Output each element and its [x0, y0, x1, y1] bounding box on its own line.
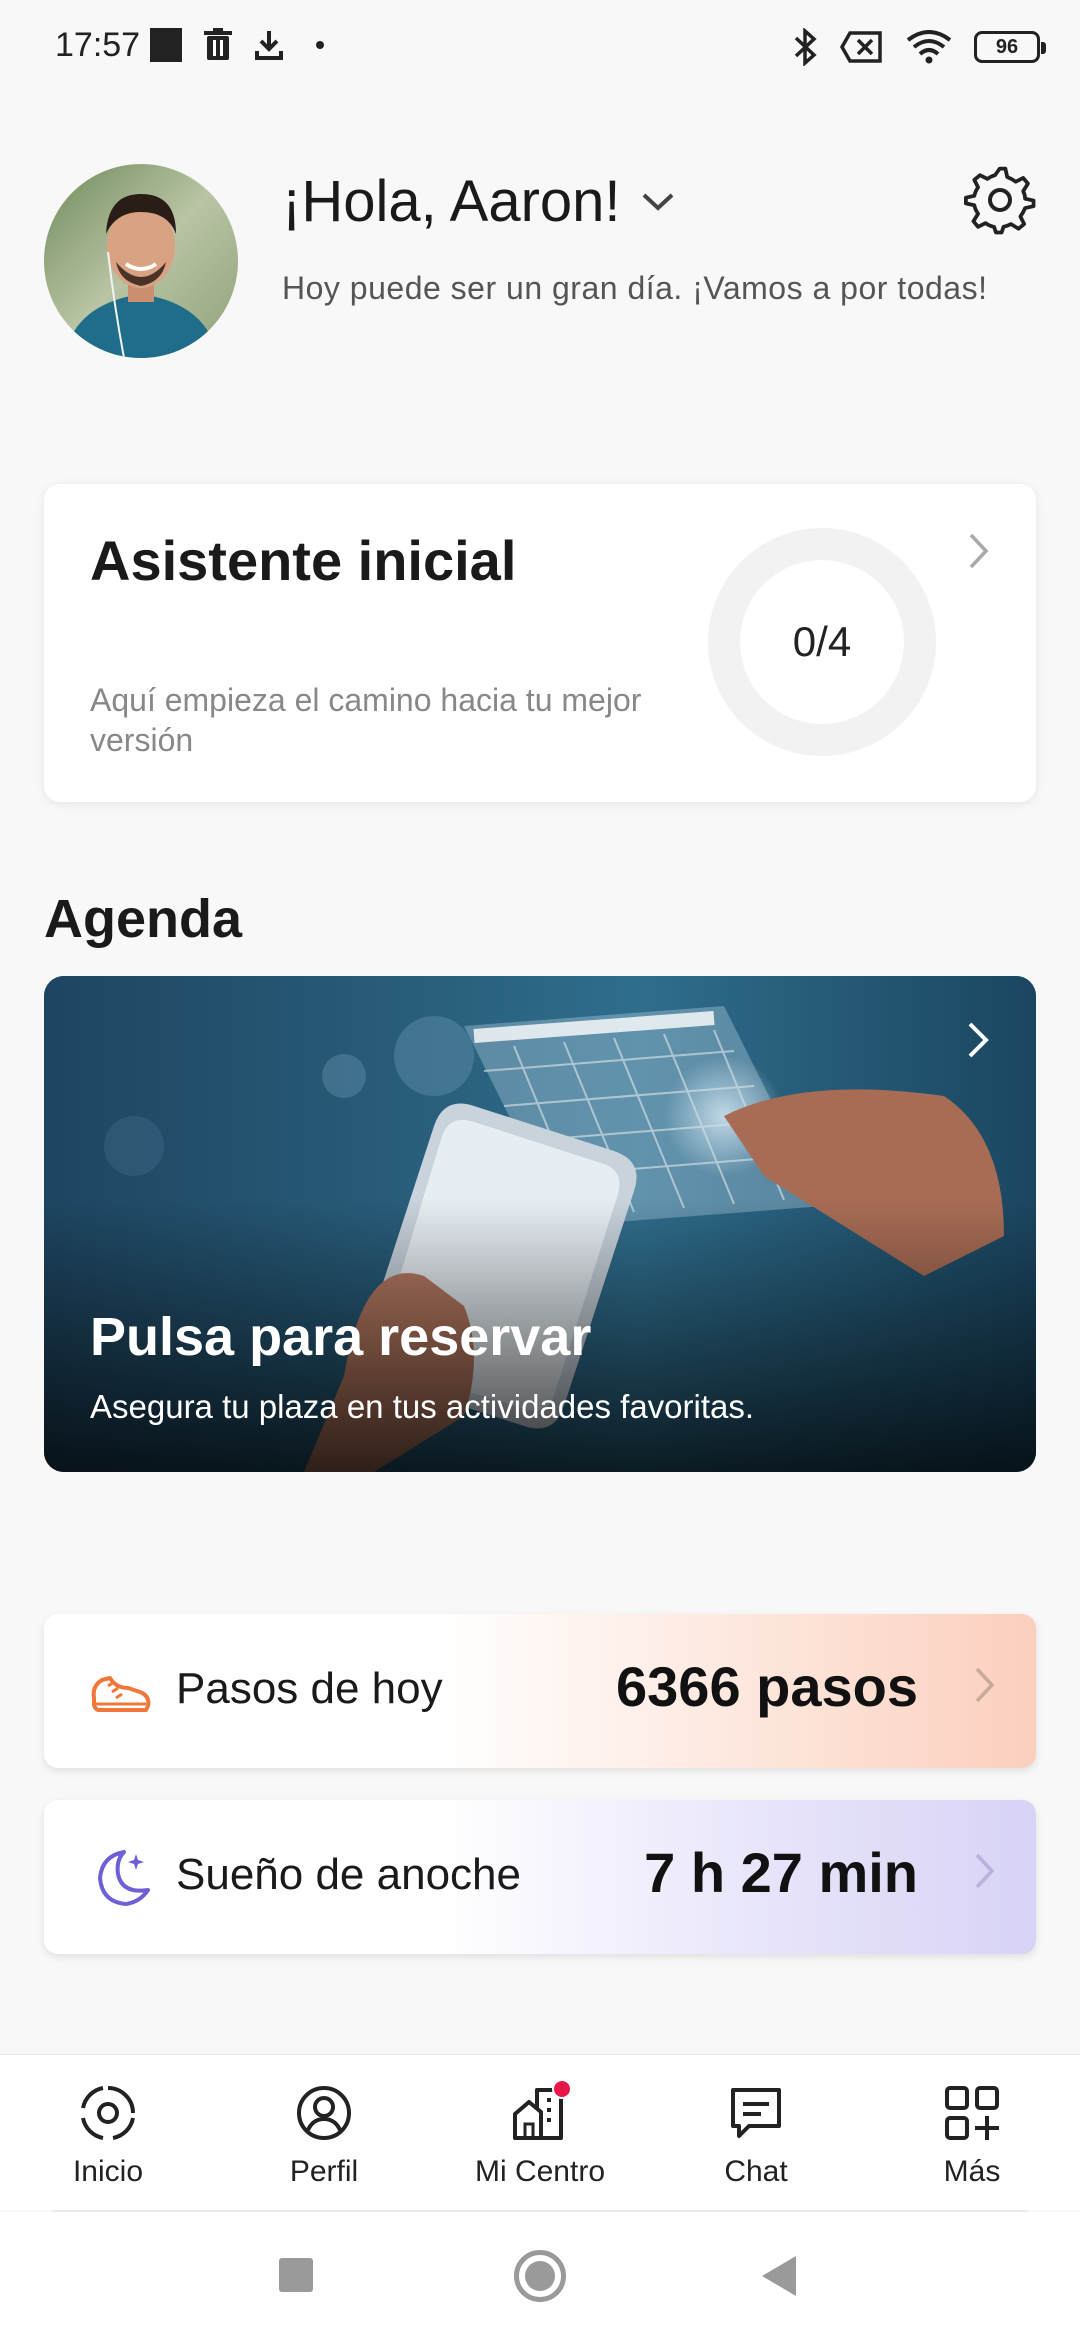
nav-label: Más	[943, 2155, 1001, 2188]
download-icon	[255, 31, 283, 60]
chevron-down-icon	[642, 193, 673, 211]
progress-label: 0/4	[792, 618, 852, 665]
status-bar: 17:57 96	[0, 0, 1080, 96]
steps-label: Pasos de hoy	[176, 1664, 443, 1713]
sleep-card[interactable]: Sueño de anoche 7 h 27 min	[44, 1800, 1036, 1954]
nav-item-chat[interactable]: Chat	[648, 2055, 864, 2210]
agenda-section-title: Agenda	[44, 889, 243, 949]
more-grid-icon	[945, 2086, 999, 2140]
shoe-icon	[91, 1676, 151, 1712]
chevron-right-icon	[969, 533, 989, 569]
system-nav-bar	[0, 2212, 1080, 2340]
agenda-booking-banner[interactable]: Pulsa para reservar Asegura tu plaza en …	[44, 976, 1036, 1472]
wifi-icon	[906, 30, 952, 64]
gear-icon	[964, 166, 1036, 235]
nav-item-mas[interactable]: Más	[864, 2055, 1080, 2210]
notification-badge	[552, 2079, 572, 2099]
greeting-selector[interactable]: ¡Hola, Aaron!	[282, 168, 675, 235]
settings-button[interactable]	[960, 160, 1040, 240]
chevron-right-icon	[975, 1667, 995, 1703]
chevron-right-icon	[975, 1853, 995, 1889]
chevron-right-icon	[968, 1022, 989, 1058]
dot-icon	[316, 41, 324, 49]
nav-item-inicio[interactable]: Inicio	[0, 2055, 216, 2210]
chat-icon	[731, 2088, 781, 2138]
battery-icon: 96	[974, 31, 1046, 63]
assistant-subtitle: Aquí empieza el camino hacia tu mejor ve…	[90, 682, 642, 758]
steps-value: 6366 pasos	[616, 1655, 918, 1718]
status-time: 17:57	[55, 26, 141, 64]
greeting-title: ¡Hola, Aaron!	[282, 169, 621, 234]
back-button[interactable]	[762, 2256, 796, 2296]
no-sim-icon	[840, 31, 882, 63]
profile-icon	[297, 2086, 351, 2140]
home-target-icon	[81, 2086, 135, 2140]
assistant-title: Asistente inicial	[90, 529, 517, 592]
banner-title: Pulsa para reservar	[90, 1307, 592, 1367]
bluetooth-icon	[794, 28, 817, 66]
battery-level: 96	[995, 35, 1019, 58]
home-button[interactable]	[514, 2250, 566, 2302]
nav-item-perfil[interactable]: Perfil	[216, 2055, 432, 2210]
sleep-label: Sueño de anoche	[176, 1850, 521, 1899]
greeting-subtitle: Hoy puede ser un gran día. ¡Vamos a por …	[282, 270, 988, 306]
recents-button[interactable]	[279, 2258, 313, 2292]
trash-icon	[204, 28, 232, 60]
nav-label: Perfil	[289, 2155, 359, 2188]
nav-item-mi-centro[interactable]: Mi Centro	[432, 2055, 648, 2210]
banner-subtitle: Asegura tu plaza en tus actividades favo…	[90, 1388, 755, 1425]
app-square-icon	[150, 28, 182, 62]
nav-label: Inicio	[72, 2155, 144, 2188]
sleep-value: 7 h 27 min	[644, 1841, 918, 1904]
onboarding-assistant-card[interactable]: Asistente inicial Aquí empieza el camino…	[44, 484, 1036, 802]
bottom-nav: Inicio Perfil Mi Centro Chat Más	[0, 2054, 1080, 2210]
nav-label: Chat	[724, 2155, 788, 2188]
steps-card[interactable]: Pasos de hoy 6366 pasos	[44, 1614, 1036, 1768]
moon-icon	[98, 1850, 150, 1906]
avatar[interactable]	[44, 164, 238, 358]
nav-label: Mi Centro	[474, 2155, 606, 2188]
